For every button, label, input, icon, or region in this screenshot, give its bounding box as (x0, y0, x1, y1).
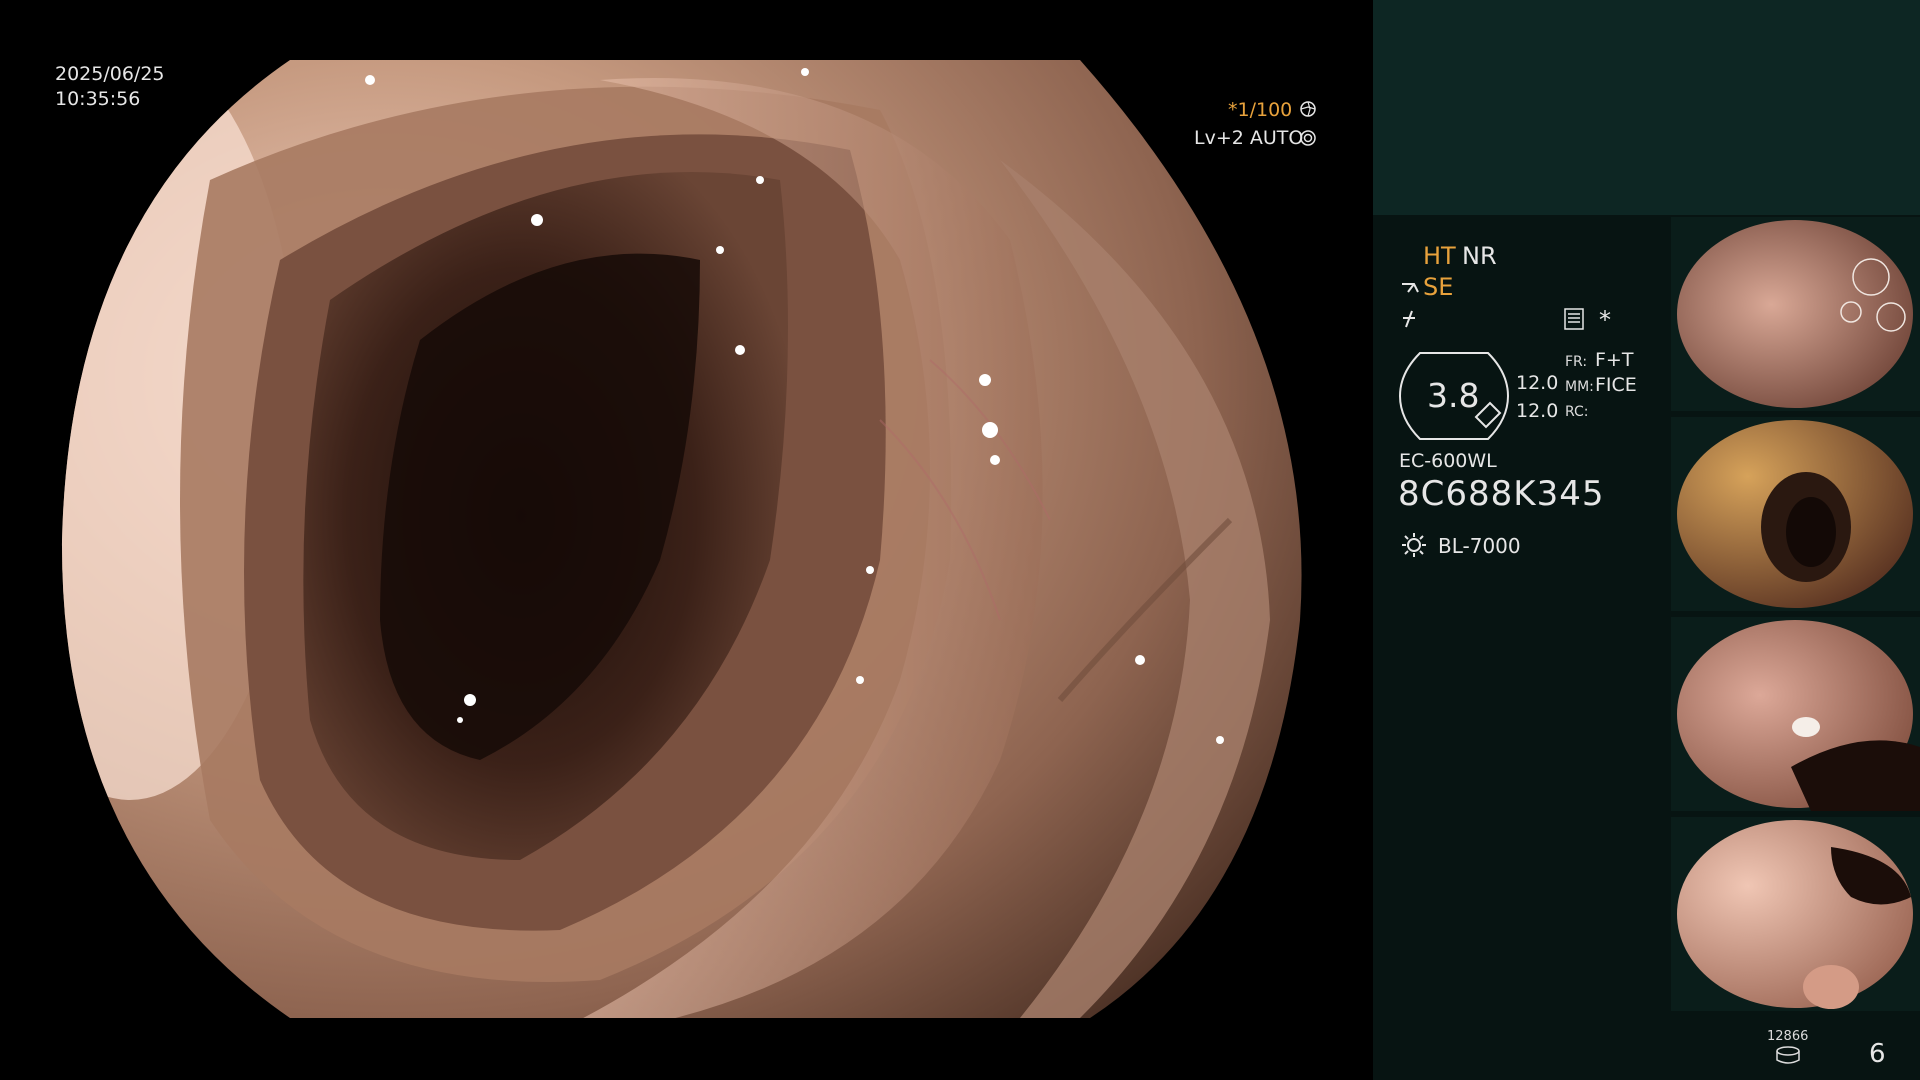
mm-label: MM: (1565, 379, 1594, 395)
aperture-icon (1300, 101, 1316, 117)
memory-card-icon (1564, 308, 1584, 330)
se-indicator: SE (1423, 273, 1454, 301)
thumbnail-capture-3[interactable] (1671, 617, 1920, 811)
asterisk-indicator: * (1599, 306, 1611, 334)
value-top: 12.0 (1516, 372, 1559, 394)
storage-count: 12866 (1767, 1029, 1809, 1044)
scope-serial: 8C688K345 (1398, 474, 1605, 514)
scope-model: EC-600WL (1399, 450, 1497, 472)
thumbnail-capture-4[interactable] (1671, 817, 1920, 1011)
thumbnail-capture-1[interactable] (1671, 217, 1920, 411)
colon-lumen-image (61, 60, 1302, 1018)
level-mode-label: Lv+2 AUTO (1194, 127, 1304, 149)
color-enhance-icon (1400, 308, 1418, 330)
value-bottom: 12.0 (1516, 400, 1559, 422)
date-label: 2025/06/25 (55, 63, 165, 85)
fr-value: F+T (1595, 349, 1634, 371)
mm-value: FICE (1595, 374, 1637, 396)
iris-icon (1300, 130, 1316, 146)
time-label: 10:35:56 (55, 88, 141, 110)
light-source-label: BL-7000 (1438, 534, 1521, 558)
light-source-icon (1400, 531, 1428, 559)
ht-indicator: HT (1423, 242, 1456, 270)
thumbnail-capture-2[interactable] (1671, 417, 1920, 611)
structure-enhance-icon (1400, 278, 1422, 298)
dial-value: 3.8 (1427, 376, 1480, 415)
storage-icon (1775, 1046, 1801, 1066)
endoscope-live-view (0, 0, 1372, 1080)
rc-label: RC: (1565, 404, 1589, 420)
nr-indicator: NR (1462, 242, 1497, 270)
status-panel-header (1373, 0, 1920, 215)
fr-label: FR: (1565, 354, 1588, 370)
capture-count: 6 (1869, 1039, 1886, 1069)
shutter-speed-label: *1/100 (1228, 99, 1293, 121)
